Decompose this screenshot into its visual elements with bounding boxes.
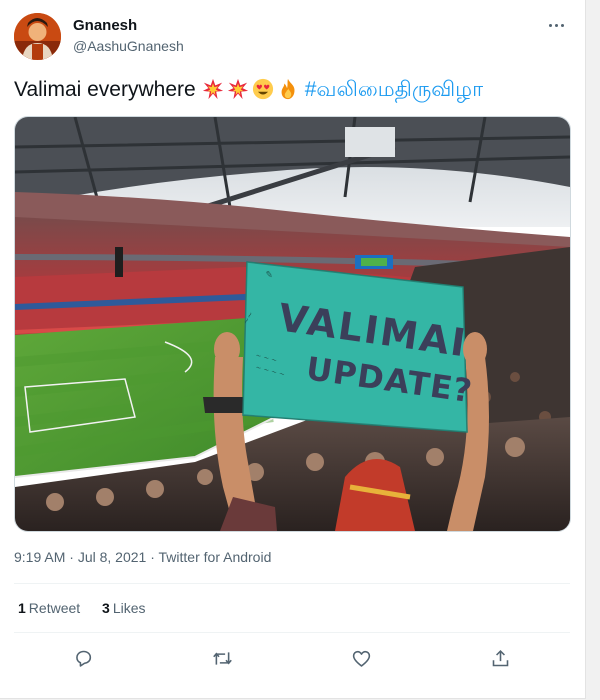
tweet-meta: 9:19 AM · Jul 8, 2021 · Twitter for Andr… bbox=[14, 549, 271, 565]
divider bbox=[14, 583, 570, 584]
avatar[interactable] bbox=[14, 13, 61, 60]
tweet-stats: 1 Retweet 3 Likes bbox=[18, 600, 164, 616]
avatar-image bbox=[14, 13, 61, 60]
tweet-actions bbox=[14, 644, 570, 672]
tweet-date[interactable]: Jul 8, 2021 bbox=[78, 549, 147, 565]
more-options-icon[interactable] bbox=[544, 13, 568, 37]
fire-icon bbox=[281, 78, 295, 100]
emoji-row bbox=[202, 78, 299, 100]
retweet-icon bbox=[213, 651, 232, 665]
heart-eyes-icon bbox=[252, 78, 273, 100]
tweet-source[interactable]: Twitter for Android bbox=[159, 549, 272, 565]
tweet-card: Gnanesh @AashuGnanesh Valimai everywhere… bbox=[0, 0, 586, 699]
retweet-count: 1 bbox=[18, 600, 26, 616]
user-handle[interactable]: @AashuGnanesh bbox=[73, 38, 184, 54]
tweet-text: Valimai everywhere #வலிமைதிருவிழா bbox=[14, 76, 574, 104]
likes-stat[interactable]: 3 Likes bbox=[102, 600, 145, 616]
share-button[interactable] bbox=[487, 644, 515, 672]
svg-text:✎: ✎ bbox=[265, 270, 274, 281]
like-button[interactable] bbox=[348, 644, 376, 672]
tweet-header: Gnanesh @AashuGnanesh bbox=[14, 13, 570, 61]
reply-icon bbox=[76, 650, 92, 667]
user-display-name[interactable]: Gnanesh bbox=[73, 17, 137, 34]
tweet-photo[interactable]: ✎ ~~ VALIMAI UPDATE? ~ ~ ~ ~ ~ ~ ~ bbox=[14, 116, 571, 532]
retweet-stat[interactable]: 1 Retweet bbox=[18, 600, 80, 616]
meta-separator: · bbox=[65, 549, 78, 565]
hashtag-link[interactable]: #வலிமைதிருவிழா bbox=[305, 78, 483, 101]
collision-icon bbox=[202, 78, 223, 100]
like-icon bbox=[352, 650, 371, 667]
likes-label: Likes bbox=[112, 600, 146, 616]
share-icon bbox=[492, 649, 509, 666]
tweet-time[interactable]: 9:19 AM bbox=[14, 549, 65, 565]
retweet-button[interactable] bbox=[209, 644, 237, 672]
meta-separator: · bbox=[146, 549, 159, 565]
reply-button[interactable] bbox=[70, 644, 98, 672]
tweet-body: Valimai everywhere bbox=[14, 78, 196, 101]
retweet-label: Retweet bbox=[28, 600, 81, 616]
likes-count: 3 bbox=[102, 600, 110, 616]
stadium-photo: ✎ ~~ VALIMAI UPDATE? ~ ~ ~ ~ ~ ~ ~ bbox=[15, 117, 570, 531]
collision-icon bbox=[227, 78, 248, 100]
divider bbox=[14, 632, 570, 633]
